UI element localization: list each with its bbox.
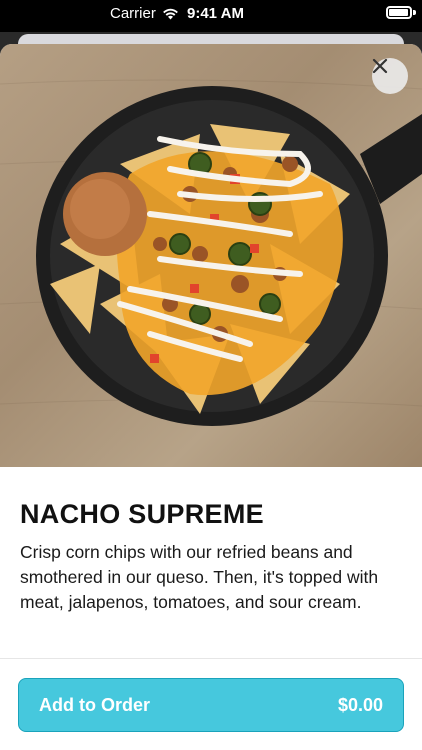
footer-divider: [0, 658, 422, 659]
close-button[interactable]: [372, 58, 408, 94]
product-description: Crisp corn chips with our refried beans …: [20, 542, 379, 612]
product-modal: NACHO SUPREME Crisp corn chips with our …: [0, 44, 422, 750]
status-bar: Carrier 9:41 AM: [0, 0, 422, 32]
wifi-icon: [162, 8, 178, 19]
product-image: [0, 44, 422, 467]
battery-cap: [413, 10, 416, 15]
product-details: NACHO SUPREME Crisp corn chips with our …: [0, 467, 422, 615]
nacho-photo-icon: [0, 79, 422, 426]
carrier-group: Carrier: [110, 5, 179, 22]
product-title: NACHO SUPREME: [20, 499, 264, 529]
battery-icon: [386, 6, 412, 19]
status-time: 9:41 AM: [187, 5, 244, 22]
close-icon: [372, 58, 388, 74]
add-to-order-button[interactable]: Add to Order $0.00: [18, 678, 404, 732]
carrier-label: Carrier: [110, 5, 156, 22]
price-label: $0.00: [337, 694, 383, 715]
add-to-order-label: Add to Order: [39, 694, 150, 715]
